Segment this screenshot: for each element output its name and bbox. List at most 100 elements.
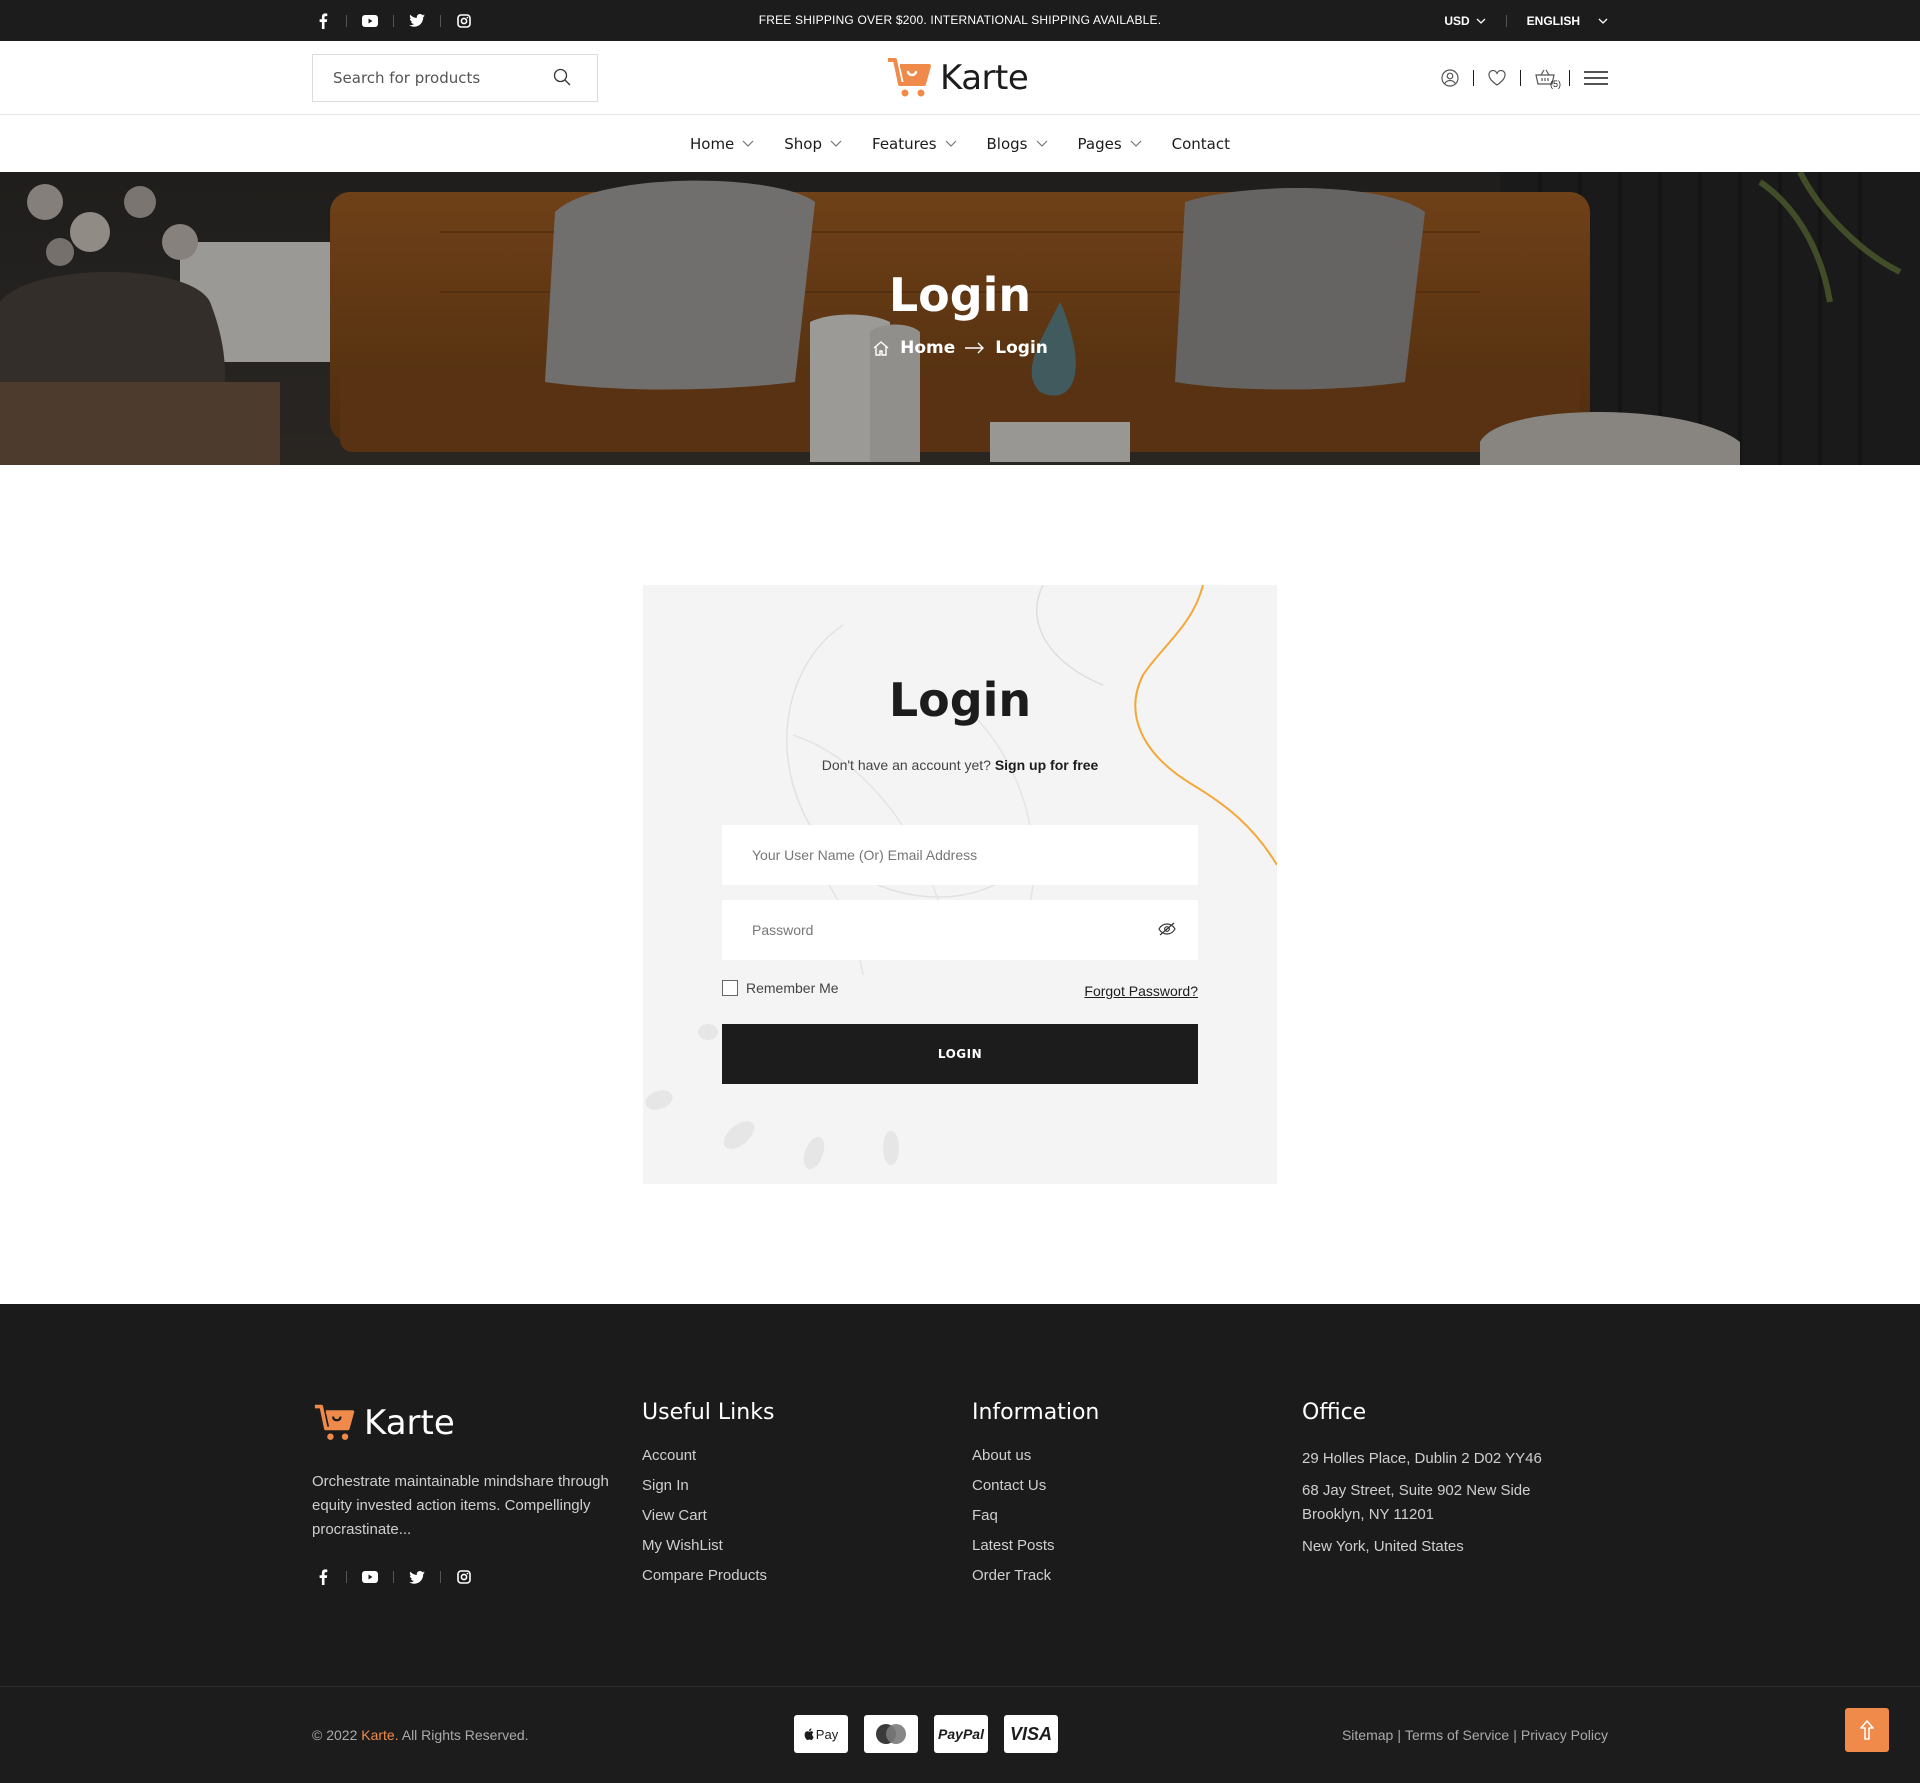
footer-bottom-bar: © 2022 Karte. All Rights Reserved. Pay P… [0,1686,1920,1783]
chevron-down-icon [1598,18,1608,24]
footer-link-faq[interactable]: Faq [972,1507,998,1524]
signup-prompt-line: Don't have an account yet? Sign up for f… [643,757,1277,773]
office-address-1: 29 Holles Place, Dublin 2 D02 YY46 [1302,1450,1542,1467]
legal-links: Sitemap | Terms of Service | Privacy Polic… [1342,1727,1608,1743]
page-banner: Login Home Login [0,172,1920,465]
nav-item-home[interactable]: Home [690,135,754,153]
copyright-suffix: All Rights Reserved. [401,1727,529,1743]
shipping-promo: FREE SHIPPING OVER $200. INTERNATIONAL S… [758,13,1162,27]
footer-link-sign-in[interactable]: Sign In [642,1477,689,1494]
footer-social-links [312,1566,475,1588]
privacy-link[interactable]: Privacy Policy [1521,1727,1608,1743]
footer-link-latest-posts[interactable]: Latest Posts [972,1537,1055,1554]
remember-checkbox[interactable] [722,980,738,996]
brand-name: Karte [940,58,1029,98]
cart-basket-icon[interactable]: (5) [1535,69,1561,89]
footer-link-view-cart[interactable]: View Cart [642,1507,707,1524]
divider [393,1571,394,1583]
sitemap-link[interactable]: Sitemap [1342,1727,1393,1743]
username-field-wrap [722,825,1198,885]
login-button[interactable]: LOGIN [722,1024,1198,1084]
nav-label: Blogs [986,134,1028,153]
breadcrumb-home[interactable]: Home [900,338,955,358]
copyright: © 2022 Karte. All Rights Reserved. [312,1727,529,1743]
nav-item-pages[interactable]: Pages [1078,135,1142,153]
divider [1569,70,1570,86]
search-box [312,54,598,102]
youtube-icon[interactable] [359,1566,381,1588]
chevron-down-icon [830,140,842,147]
search-input[interactable] [313,55,533,101]
twitter-icon[interactable] [406,1566,428,1588]
signup-link-label: Sign up for free [994,757,1099,773]
header-actions: (5) [1441,41,1608,115]
nav-label: Shop [784,134,823,153]
forgot-password-link[interactable]: Forgot Password? [1084,983,1198,999]
search-icon[interactable] [553,68,571,91]
footer-logo[interactable]: Karte [312,1402,455,1444]
footer-link-wishlist[interactable]: My WishList [642,1537,723,1554]
breadcrumb-current: Login [995,338,1048,358]
site-logo[interactable]: Karte [886,53,1029,103]
language-dropdown[interactable]: ENGLISH [1527,14,1608,28]
copyright-prefix: © 2022 [312,1727,358,1743]
divider [1505,14,1507,27]
footer-link-account[interactable]: Account [642,1447,696,1464]
paypal-icon: PayPal [934,1715,988,1753]
nav-item-contact[interactable]: Contact [1172,135,1230,153]
login-title: Login [888,673,1032,727]
account-icon[interactable] [1441,69,1459,87]
useful-links-column: Useful Links Account Sign In View Cart M… [642,1400,774,1597]
arrow-right-icon [965,342,985,354]
wishlist-heart-icon[interactable] [1488,70,1506,86]
arrow-up-icon [1860,1720,1874,1740]
office-address-2: 68 Jay Street, Suite 902 New Side Brookl… [1302,1482,1531,1523]
terms-link[interactable]: Terms of Service [1405,1727,1509,1743]
divider: | [1397,1727,1401,1743]
password-field-wrap [722,900,1198,960]
top-bar: FREE SHIPPING OVER $200. INTERNATIONAL S… [0,0,1920,41]
scroll-to-top-button[interactable] [1845,1708,1889,1752]
visa-label: VISA [1009,1723,1052,1744]
login-card: Login Don't have an account yet? Sign up… [643,585,1277,1184]
footer-link-contact[interactable]: Contact Us [972,1477,1046,1494]
office-address-3: New York, United States [1302,1538,1464,1555]
information-column: Information About us Contact Us Faq Late… [972,1400,1099,1597]
copyright-brand[interactable]: Karte. [361,1727,398,1743]
footer-brand-name: Karte [364,1403,455,1443]
language-label: ENGLISH [1526,13,1580,28]
divider [1473,70,1474,86]
cart-logo-icon [314,1404,355,1440]
divider [346,1571,347,1583]
currency-dropdown[interactable]: USD [1444,14,1486,28]
nav-label: Pages [1077,134,1122,153]
chevron-down-icon [742,140,754,147]
nav-label: Features [872,134,937,153]
footer-link-about[interactable]: About us [972,1447,1031,1464]
eye-slash-icon[interactable] [1158,922,1176,941]
nav-item-blogs[interactable]: Blogs [987,135,1048,153]
footer-link-order-track[interactable]: Order Track [972,1567,1051,1584]
divider [440,1571,441,1583]
footer-description: Orchestrate maintainable mindshare throu… [312,1473,609,1538]
remember-me[interactable]: Remember Me [722,980,839,996]
mastercard-icon [864,1715,918,1753]
nav-item-features[interactable]: Features [872,135,957,153]
site-footer: Karte Orchestrate maintainable mindshare… [0,1304,1920,1686]
divider [1520,70,1521,86]
signup-link[interactable]: Sign up for free [995,757,1098,773]
apple-pay-label: Pay [815,1726,839,1742]
nav-label: Contact [1171,134,1230,153]
page-title: Login [888,268,1032,322]
chevron-down-icon [1130,140,1142,147]
menu-hamburger-icon[interactable] [1584,70,1608,86]
remember-label: Remember Me [746,980,839,996]
instagram-icon[interactable] [453,1566,475,1588]
nav-item-shop[interactable]: Shop [784,135,842,153]
username-input[interactable] [722,825,1142,885]
divider: | [1513,1727,1517,1743]
password-input[interactable] [722,900,1142,960]
footer-link-compare[interactable]: Compare Products [642,1567,767,1584]
office-column: Office 29 Holles Place, Dublin 2 D02 YY4… [1302,1400,1562,1567]
facebook-icon[interactable] [312,1566,334,1588]
